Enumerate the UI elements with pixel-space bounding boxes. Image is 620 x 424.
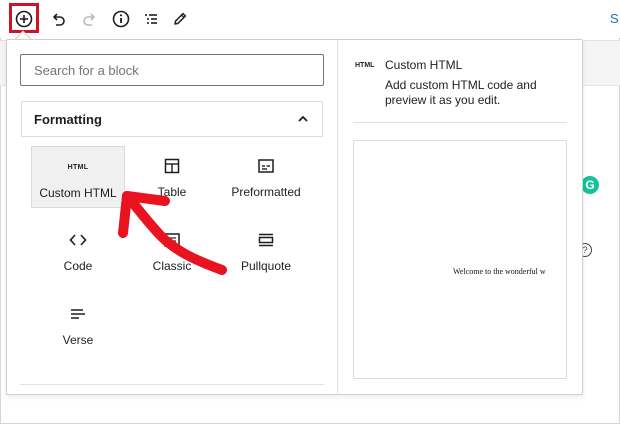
table-icon <box>164 158 180 174</box>
formatting-panel-toggle[interactable]: Formatting <box>21 101 323 137</box>
block-search-input[interactable]: Search for a block <box>20 54 324 86</box>
block-item-custom-html[interactable]: HTML Custom HTML <box>31 146 125 208</box>
block-label: Code <box>63 259 93 273</box>
panel-bottom-divider <box>20 384 324 385</box>
block-item-code[interactable]: Code <box>31 220 125 282</box>
block-item-table[interactable]: Table <box>125 146 219 208</box>
code-icon <box>69 234 87 246</box>
verse-icon <box>71 309 85 319</box>
classic-icon <box>164 233 180 247</box>
block-item-preformatted[interactable]: Preformatted <box>219 146 313 208</box>
details-button[interactable] <box>107 5 135 33</box>
popover-divider <box>337 40 338 394</box>
html-icon: HTML <box>67 163 89 171</box>
preview-divider <box>353 122 567 123</box>
editor-toolbar: S <box>0 0 620 38</box>
list-view-icon <box>145 14 157 24</box>
undo-icon <box>52 13 65 26</box>
block-inserter-popover: Search for a block Formatting HTML Custo… <box>6 39 583 395</box>
block-label: Preformatted <box>231 185 301 199</box>
pullquote-icon <box>258 233 274 247</box>
preview-description: Add custom HTML code and preview it as y… <box>385 78 537 107</box>
plus-circle-icon <box>15 10 33 28</box>
undo-button[interactable] <box>44 5 72 33</box>
block-label: Verse <box>62 333 94 347</box>
preformatted-icon <box>258 159 274 173</box>
block-preview-frame: Welcome to the wonderful w <box>353 140 567 379</box>
list-view-button[interactable] <box>137 5 165 33</box>
preview-title: Custom HTML <box>385 58 463 72</box>
grammarly-icon[interactable]: G <box>581 176 599 194</box>
block-label: Table <box>157 185 187 199</box>
tools-edit-button[interactable] <box>166 5 194 33</box>
redo-icon <box>83 13 96 26</box>
block-item-verse[interactable]: Verse <box>31 294 125 356</box>
block-item-classic[interactable]: Classic <box>125 220 219 282</box>
toolbar-right-link[interactable]: S <box>610 11 619 26</box>
info-icon <box>112 10 130 28</box>
block-inserter-button[interactable] <box>10 5 38 33</box>
panel-title: Formatting <box>34 111 102 127</box>
block-label: Classic <box>152 259 192 273</box>
preview-sample-text: Welcome to the wonderful w <box>453 267 546 276</box>
html-icon: HTML <box>355 62 375 69</box>
pencil-icon <box>174 12 187 25</box>
block-label: Pullquote <box>240 259 292 273</box>
block-label: Custom HTML <box>39 186 117 200</box>
block-item-pullquote[interactable]: Pullquote <box>219 220 313 282</box>
search-placeholder: Search for a block <box>34 62 139 78</box>
redo-button[interactable] <box>76 5 104 33</box>
chevron-up-icon <box>298 115 308 122</box>
